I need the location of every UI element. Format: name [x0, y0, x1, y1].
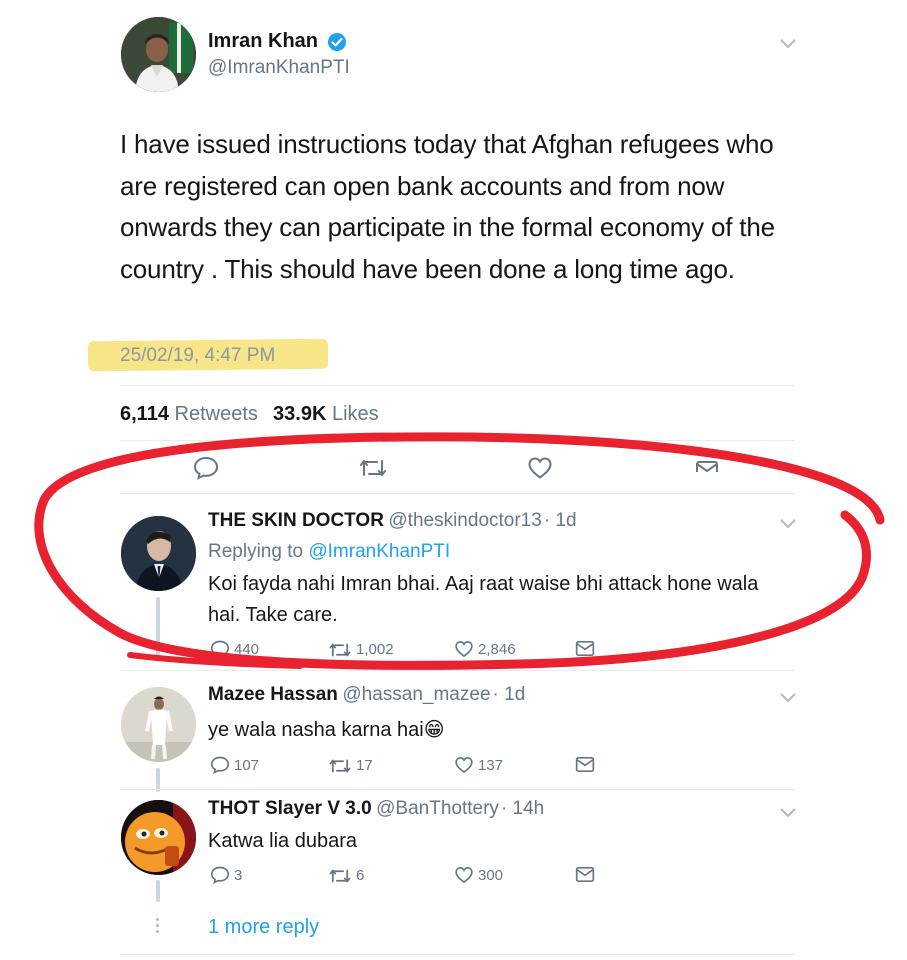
like-icon [455, 867, 473, 884]
retweet-count: 1,002 [356, 641, 394, 658]
divider [120, 789, 795, 790]
like-button[interactable]: 137 [454, 756, 503, 774]
reply-icon[interactable] [193, 456, 219, 485]
retweet-icon [329, 869, 351, 882]
reply-avatar[interactable] [121, 516, 196, 591]
divider [120, 954, 795, 955]
replying-to: Replying to @ImranKhanPTI [208, 541, 451, 562]
chevron-down-icon[interactable] [779, 691, 797, 709]
author-avatar[interactable] [121, 17, 196, 92]
reply-button[interactable]: 440 [210, 640, 259, 658]
engagement-stats: 6,114 Retweets 33.9K Likes [120, 403, 379, 426]
like-icon[interactable] [527, 456, 553, 485]
reply-count: 107 [234, 756, 260, 774]
chevron-down-icon[interactable] [779, 37, 797, 55]
reply-count: 3 [234, 866, 243, 884]
reply-header: THOT Slayer V 3.0 @BanThottery · 14h [208, 798, 544, 820]
divider [120, 493, 795, 494]
reply-age[interactable]: · 14h [501, 798, 544, 819]
likes-label[interactable]: Likes [332, 403, 379, 425]
dm-button[interactable] [575, 640, 595, 657]
tweet-text: I have issued instructions today that Af… [120, 129, 775, 284]
verified-badge-icon [327, 32, 347, 57]
reply-count: 440 [234, 640, 260, 658]
retweets-label[interactable]: Retweets [175, 403, 258, 425]
like-button[interactable]: 2,846 [454, 640, 516, 658]
reply-author-handle[interactable]: @hassan_mazee [342, 684, 490, 705]
chevron-down-icon[interactable] [779, 806, 797, 824]
thread-line [156, 880, 160, 902]
reply-header: Mazee Hassan @hassan_mazee · 1d [208, 684, 525, 706]
retweet-count: 17 [356, 757, 373, 774]
author-handle[interactable]: @ImranKhanPTI [208, 57, 350, 79]
dm-button[interactable] [575, 756, 595, 773]
author-name[interactable]: Imran Khan [208, 30, 318, 53]
retweets-count[interactable]: 6,114 [120, 403, 169, 425]
reply-author-name[interactable]: Mazee Hassan [208, 684, 338, 705]
reply-avatar[interactable] [121, 800, 196, 875]
reply-text: Katwa lia dubara [208, 830, 357, 852]
like-icon [455, 641, 473, 658]
reply-button[interactable]: 3 [210, 866, 242, 884]
reply-age[interactable]: · 1d [493, 684, 526, 705]
retweet-button[interactable]: 17 [328, 757, 373, 774]
dm-icon [575, 867, 595, 882]
retweet-button[interactable]: 6 [328, 867, 364, 884]
reply-avatar[interactable] [121, 687, 196, 762]
like-icon [455, 757, 473, 774]
replying-to-link[interactable]: @ImranKhanPTI [308, 541, 450, 562]
like-count: 2,846 [478, 640, 516, 658]
reply-author-handle[interactable]: @theskindoctor13 [388, 510, 541, 531]
reply-text: Koi fayda nahi Imran bhai. Aaj raat wais… [208, 573, 759, 626]
thread-line [156, 597, 160, 661]
reply-button[interactable]: 107 [210, 756, 259, 774]
reply-text: ye wala nasha karna hai😁 [208, 719, 445, 741]
dm-button[interactable] [575, 866, 595, 883]
like-button[interactable]: 300 [454, 866, 503, 884]
retweet-button[interactable]: 1,002 [328, 641, 394, 658]
reply-author-name[interactable]: THE SKIN DOCTOR [208, 510, 384, 531]
tweet-timestamp[interactable]: 25/02/19, 4:47 PM [120, 345, 275, 367]
retweet-icon [329, 759, 351, 772]
likes-count[interactable]: 33.9K [273, 403, 326, 425]
divider [120, 670, 795, 671]
reply-author-handle[interactable]: @BanThottery [376, 798, 499, 819]
reply-age[interactable]: · 1d [544, 510, 577, 531]
reply-icon [210, 756, 230, 774]
like-count: 300 [478, 866, 504, 884]
reply-author-name[interactable]: THOT Slayer V 3.0 [208, 798, 372, 819]
retweet-count: 6 [356, 867, 365, 884]
divider [120, 440, 795, 441]
divider [120, 385, 795, 386]
more-replies-link[interactable]: 1 more reply [208, 916, 319, 939]
reply-header: THE SKIN DOCTOR @theskindoctor13 · 1d [208, 510, 577, 532]
retweet-icon [329, 643, 351, 656]
more-replies-dots [156, 918, 160, 933]
retweet-icon[interactable] [358, 458, 388, 483]
dm-icon [575, 757, 595, 772]
dm-icon [575, 641, 595, 656]
chevron-down-icon[interactable] [779, 517, 797, 535]
reply-icon [210, 866, 230, 884]
dm-icon[interactable] [695, 460, 719, 472]
like-count: 137 [478, 756, 504, 774]
reply-icon [210, 640, 230, 658]
